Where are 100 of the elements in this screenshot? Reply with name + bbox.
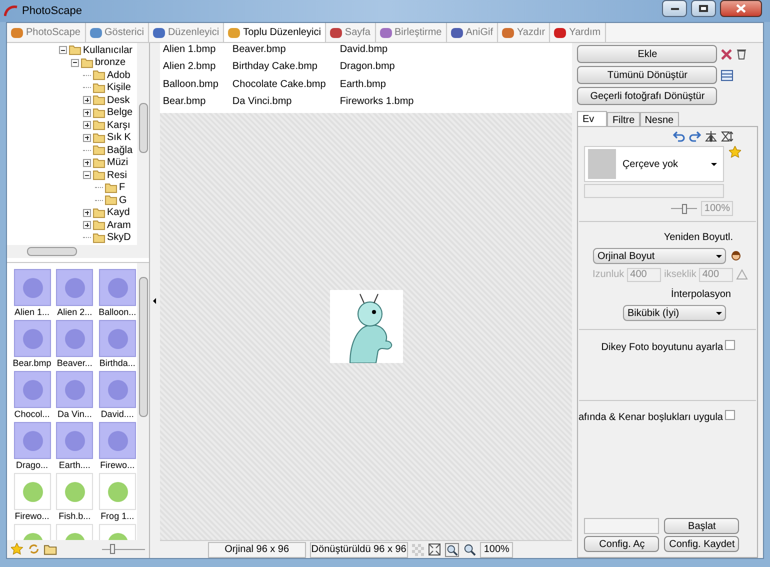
thumbnail-image[interactable] bbox=[98, 320, 136, 357]
vertical-scrollbar[interactable] bbox=[137, 43, 149, 245]
star-icon[interactable] bbox=[729, 146, 742, 158]
thumbnail-image[interactable] bbox=[98, 269, 136, 306]
trash-icon[interactable] bbox=[736, 48, 748, 60]
maximize-button[interactable] bbox=[691, 0, 716, 17]
panel-tab[interactable]: Filtre bbox=[607, 112, 640, 126]
field-label: ikseklik bbox=[664, 268, 696, 282]
star-icon[interactable] bbox=[11, 543, 23, 555]
folder-icon bbox=[81, 58, 93, 68]
zoom-icon[interactable] bbox=[462, 543, 476, 556]
collapse-toggle[interactable] bbox=[59, 46, 67, 54]
tree-item[interactable]: Kullanıcılar bbox=[83, 43, 132, 58]
tree-item[interactable]: Karşı bbox=[107, 118, 130, 133]
file-name[interactable]: Dragon.bmp bbox=[340, 61, 414, 78]
tab[interactable]: Yardım bbox=[550, 23, 606, 42]
file-name[interactable]: Chocolate Cake.bmp bbox=[232, 78, 326, 96]
thumbnail-label: Balloon... bbox=[98, 306, 136, 318]
minimize-button[interactable] bbox=[662, 0, 687, 17]
frame-dropdown[interactable]: Çerçeve yok bbox=[584, 146, 724, 182]
person-icon[interactable] bbox=[731, 250, 742, 262]
collapse-toggle[interactable] bbox=[71, 58, 79, 67]
file-name[interactable]: Alien 1.bmp bbox=[162, 44, 218, 62]
panel-tab[interactable]: Ev bbox=[577, 111, 608, 127]
expand-toggle[interactable] bbox=[83, 121, 91, 130]
tab[interactable]: Birleştirme bbox=[376, 23, 447, 42]
thumbnail-image[interactable] bbox=[56, 371, 94, 408]
tree-item[interactable]: Desk bbox=[107, 92, 130, 108]
triangle-icon[interactable] bbox=[736, 269, 748, 280]
thumbnail-image[interactable] bbox=[14, 422, 50, 459]
close-button[interactable] bbox=[720, 0, 762, 17]
file-name[interactable]: Alien 2.bmp bbox=[162, 61, 218, 78]
tree-item[interactable]: Sık K bbox=[107, 130, 131, 146]
thumbnail-image[interactable] bbox=[56, 269, 94, 306]
file-name[interactable]: Balloon.bmp bbox=[162, 78, 218, 96]
start-button[interactable]: Başlat bbox=[664, 518, 740, 534]
expand-toggle[interactable] bbox=[83, 108, 91, 117]
tree-item[interactable]: Kayd bbox=[107, 205, 130, 220]
expand-toggle[interactable] bbox=[83, 221, 91, 230]
collapse-toggle[interactable] bbox=[83, 171, 91, 180]
vertical-scrollbar[interactable] bbox=[137, 263, 149, 540]
file-name[interactable]: Earth.bmp bbox=[340, 78, 414, 96]
thumbnail-image[interactable] bbox=[56, 320, 94, 357]
tree-item[interactable]: Bağla bbox=[107, 142, 133, 158]
opacity-slider[interactable] bbox=[671, 204, 698, 214]
convert-all-button[interactable]: Tümünü Dönüştür bbox=[577, 66, 718, 84]
thumbnail-image[interactable] bbox=[14, 320, 50, 357]
tree-item[interactable]: Resi bbox=[107, 168, 128, 183]
thumbnail-image[interactable] bbox=[56, 422, 94, 459]
expand-toggle[interactable] bbox=[83, 158, 91, 167]
file-name[interactable]: Beaver.bmp bbox=[232, 44, 326, 62]
tab[interactable]: Gösterici bbox=[86, 23, 149, 42]
thumbnail-image[interactable] bbox=[14, 371, 50, 408]
tree-item[interactable]: F bbox=[119, 180, 126, 196]
convert-current-button[interactable]: Geçerli fotoğrafı Dönüştür bbox=[577, 87, 718, 105]
panel-tab[interactable]: Nesne bbox=[640, 112, 679, 126]
tab[interactable]: Yazdır bbox=[498, 23, 550, 42]
rotate-icon[interactable] bbox=[28, 543, 40, 555]
expand-toggle[interactable] bbox=[83, 208, 91, 217]
flip-vertical-icon[interactable] bbox=[721, 131, 733, 142]
expand-toggle[interactable] bbox=[83, 134, 91, 142]
tree-item[interactable]: Belge bbox=[107, 105, 133, 120]
tab[interactable]: Toplu Düzenleyici bbox=[224, 23, 326, 42]
expand-toggle[interactable] bbox=[83, 96, 91, 104]
file-name[interactable]: Bear.bmp bbox=[162, 96, 218, 113]
tab[interactable]: PhotoScape bbox=[7, 23, 86, 42]
undo-icon[interactable] bbox=[673, 131, 685, 142]
frame-value: Çerçeve yok bbox=[622, 158, 680, 172]
flip-horizontal-icon[interactable] bbox=[705, 131, 717, 142]
checkbox[interactable] bbox=[725, 340, 735, 350]
tree-item[interactable]: Kişile bbox=[107, 80, 131, 96]
thumbnail-image[interactable] bbox=[98, 422, 136, 459]
thumbnail-image[interactable] bbox=[98, 371, 136, 408]
tree-item[interactable]: SkyD bbox=[107, 230, 131, 245]
file-name[interactable]: Da Vinci.bmp bbox=[232, 96, 326, 113]
add-button[interactable]: Ekle bbox=[577, 45, 718, 63]
tree-item[interactable]: Aram bbox=[107, 218, 131, 233]
file-name[interactable]: David.bmp bbox=[340, 44, 414, 62]
tab[interactable]: AniGif bbox=[446, 23, 498, 42]
checkbox[interactable] bbox=[725, 410, 735, 420]
save-config-button[interactable]: Config. Kaydet bbox=[664, 536, 740, 552]
thumbnail-image[interactable] bbox=[14, 269, 50, 306]
tree-item[interactable]: G bbox=[119, 192, 127, 208]
tab[interactable]: Sayfa bbox=[326, 23, 376, 42]
file-name[interactable]: Birthday Cake.bmp bbox=[232, 61, 326, 78]
tree-item[interactable]: Adob bbox=[107, 68, 130, 83]
checkerboard-icon[interactable] bbox=[412, 544, 424, 556]
thumbnail-label: Earth.... bbox=[58, 459, 90, 471]
fit-icon[interactable] bbox=[428, 543, 441, 556]
close-icon[interactable] bbox=[721, 48, 732, 60]
folder-icon[interactable] bbox=[44, 544, 58, 554]
zoom-icon[interactable] bbox=[444, 542, 459, 556]
horizontal-scrollbar[interactable] bbox=[7, 245, 149, 258]
file-name[interactable]: Fireworks 1.bmp bbox=[340, 96, 414, 113]
list-icon[interactable] bbox=[721, 70, 734, 80]
tree-item[interactable]: bronze bbox=[95, 55, 126, 70]
open-config-button[interactable]: Config. Aç bbox=[584, 536, 660, 552]
redo-icon[interactable] bbox=[689, 131, 701, 142]
size-slider[interactable] bbox=[102, 544, 145, 554]
tree-item[interactable]: Müzi bbox=[107, 155, 128, 170]
